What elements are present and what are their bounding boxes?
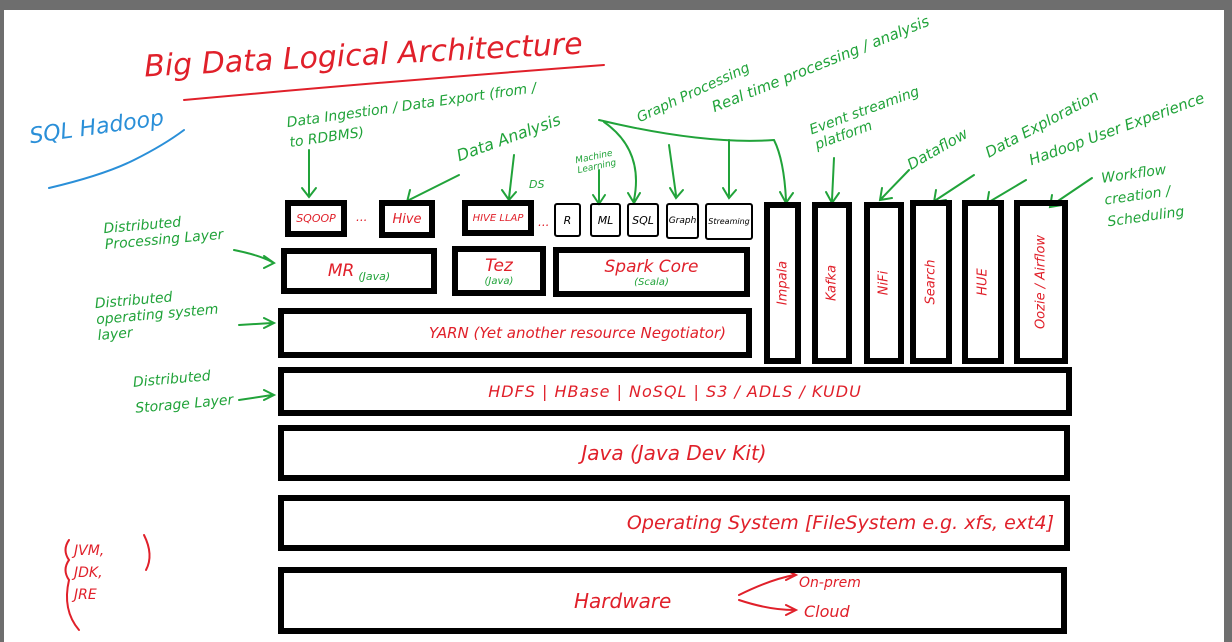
spark-core-label: Spark Core bbox=[604, 256, 699, 277]
tez-lang: (Java) bbox=[484, 275, 514, 287]
impala-label: Impala bbox=[775, 260, 790, 306]
search-box: Search bbox=[910, 200, 952, 364]
ml-box: ML bbox=[590, 203, 621, 237]
oozie-airflow-label: Oozie / Airflow bbox=[1033, 234, 1049, 330]
storage-layer-label: Distributed Storage Layer bbox=[132, 368, 234, 417]
yarn-box: YARN (Yet another resource Negotiator) bbox=[278, 308, 752, 358]
sql-box: SQL bbox=[627, 203, 659, 237]
jdk-label: JDK, bbox=[74, 565, 103, 581]
hue-label: HUE bbox=[975, 268, 991, 296]
hardware-box: Hardware bbox=[278, 567, 1067, 634]
kafka-box: Kafka bbox=[812, 202, 852, 364]
nifi-box: NiFi bbox=[864, 202, 904, 364]
r-box: R bbox=[554, 203, 581, 237]
mr-box: MR (Java) bbox=[281, 248, 437, 294]
spark-core-box: Spark Core (Scala) bbox=[553, 247, 750, 297]
ellipsis: ... bbox=[538, 215, 550, 229]
mr-lang: (Java) bbox=[358, 269, 391, 283]
impala-box: Impala bbox=[764, 202, 801, 364]
ellipsis: ... bbox=[356, 210, 368, 224]
hive-llap-box: HIVE LLAP bbox=[462, 200, 534, 236]
search-label: Search bbox=[923, 259, 939, 305]
tez-box: Tez (Java) bbox=[452, 246, 546, 296]
java-box: Java (Java Dev Kit) bbox=[278, 425, 1070, 481]
kafka-label: Kafka bbox=[824, 264, 840, 302]
mr-label: MR bbox=[327, 261, 355, 281]
storage-box: HDFS | HBase | NoSQL | S3 / ADLS / KUDU bbox=[278, 367, 1072, 416]
sqoop-box: SQOOP bbox=[285, 200, 347, 237]
os-box: Operating System [FileSystem e.g. xfs, e… bbox=[278, 495, 1070, 551]
jre-label: JRE bbox=[74, 587, 97, 603]
tez-label: Tez bbox=[485, 255, 513, 276]
cloud-label: Cloud bbox=[804, 602, 850, 621]
on-prem-label: On-prem bbox=[799, 575, 861, 591]
whiteboard-canvas: Big Data Logical Architecture SQL Hadoop… bbox=[4, 10, 1224, 642]
nifi-label: NiFi bbox=[876, 270, 892, 296]
hue-box: HUE bbox=[962, 200, 1004, 364]
java-parts-list: JVM, JDK, JRE bbox=[74, 540, 104, 606]
ds-annotation: DS bbox=[529, 178, 545, 191]
jvm-label: JVM, bbox=[74, 543, 105, 559]
graph-box: Graph bbox=[666, 203, 699, 239]
oozie-airflow-box: Oozie / Airflow bbox=[1014, 200, 1068, 364]
streaming-box: Streaming bbox=[705, 203, 753, 240]
hive-box: Hive bbox=[379, 200, 435, 238]
spark-core-lang: (Scala) bbox=[634, 276, 669, 288]
